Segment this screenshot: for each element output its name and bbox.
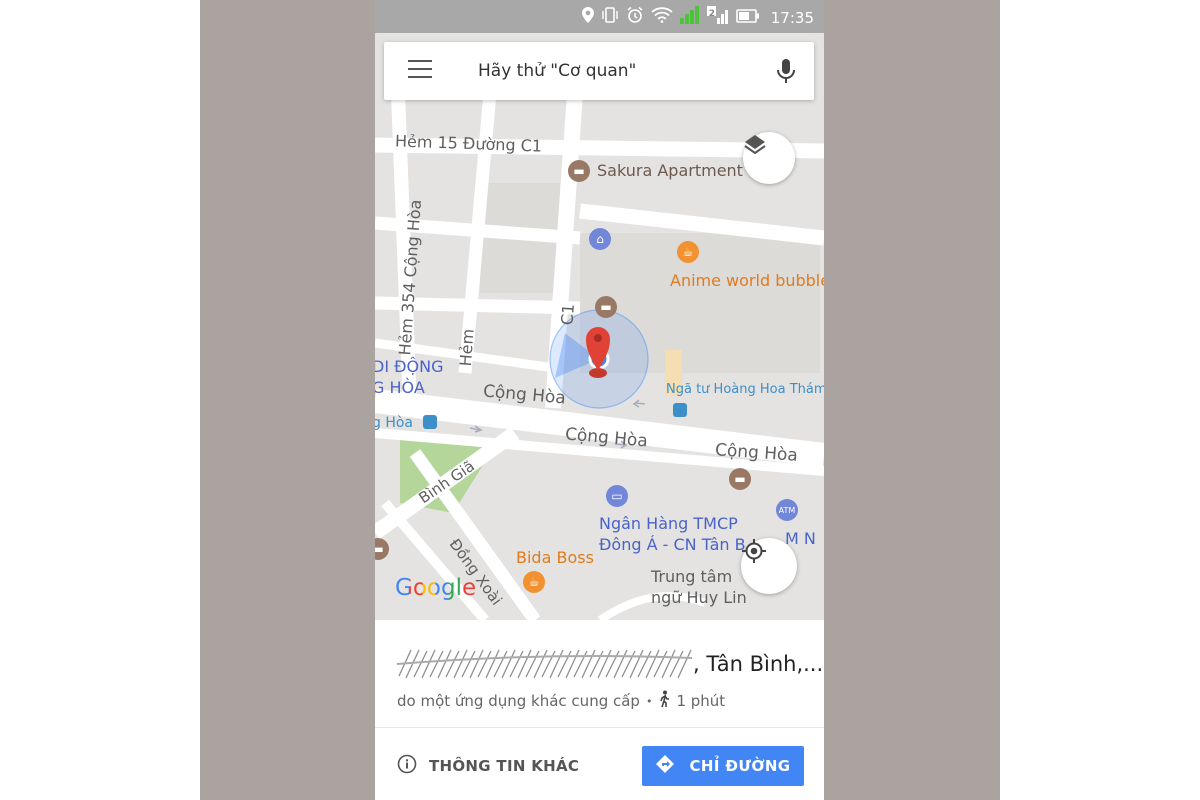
bus-stop-icon[interactable] bbox=[423, 415, 437, 429]
address-subtitle: do một ứng dụng khác cung cấp • 1 phút bbox=[397, 690, 726, 712]
place-label[interactable]: Ngân Hàng TMCP bbox=[599, 514, 738, 533]
street-label: Hẻm bbox=[455, 328, 478, 367]
battery-icon bbox=[735, 8, 760, 28]
place-label[interactable]: Bida Boss bbox=[516, 548, 594, 567]
place-label[interactable]: Sakura Apartment bbox=[597, 161, 743, 180]
right-margin bbox=[1000, 0, 1200, 800]
status-bar: 2 17:35 bbox=[375, 0, 824, 33]
directions-icon bbox=[655, 754, 675, 778]
more-info-button[interactable]: THÔNG TIN KHÁC bbox=[397, 754, 579, 778]
location-icon bbox=[581, 7, 594, 28]
map-view[interactable]: Hẻm 15 Đường C1 Hẻm 354 Cộng Hòa Hẻm C1 … bbox=[375, 33, 824, 620]
place-label[interactable]: Anime world bubble bbox=[670, 271, 824, 290]
search-bar[interactable] bbox=[384, 42, 814, 100]
status-icons: 2 17:35 bbox=[581, 6, 814, 29]
signal-icon bbox=[679, 6, 700, 29]
place-label[interactable]: G HÒA bbox=[375, 378, 425, 397]
wifi-icon bbox=[651, 7, 673, 28]
layers-button[interactable] bbox=[743, 132, 795, 184]
clock: 17:35 bbox=[770, 8, 814, 27]
address-text: , Tân Bình,... bbox=[693, 652, 824, 676]
place-label[interactable]: M N bbox=[785, 529, 816, 548]
shopping-icon[interactable]: ⌂ bbox=[589, 228, 611, 250]
place-label[interactable]: Trung tâm bbox=[651, 567, 732, 586]
directions-button[interactable]: CHỈ ĐƯỜNG bbox=[642, 746, 804, 786]
bank-icon[interactable]: ▭ bbox=[606, 485, 628, 507]
walk-icon bbox=[658, 690, 670, 712]
info-icon bbox=[397, 754, 417, 778]
place-label[interactable]: g Hòa bbox=[375, 415, 413, 431]
signal-2-icon: 2 bbox=[706, 6, 729, 29]
cafe-icon[interactable]: ☕ bbox=[677, 241, 699, 263]
cafe-icon[interactable]: ☕ bbox=[523, 571, 545, 593]
alarm-icon bbox=[626, 6, 644, 29]
redacted-address bbox=[397, 649, 692, 679]
hotel-icon[interactable]: ▬ bbox=[595, 296, 617, 318]
place-sheet[interactable]: , Tân Bình,... do một ứng dụng khác cung… bbox=[375, 620, 824, 800]
search-input[interactable] bbox=[476, 56, 760, 86]
directions-label: CHỈ ĐƯỜNG bbox=[689, 757, 791, 775]
vibrate-icon bbox=[601, 6, 619, 29]
my-location-button[interactable] bbox=[741, 538, 797, 594]
phone-screen: 2 17:35 Hẻm 15 Đường C1 Hẻm 354 Cộng Hòa… bbox=[375, 0, 824, 800]
bus-stop-icon[interactable] bbox=[673, 403, 687, 417]
sim-badge: 2 bbox=[708, 9, 716, 19]
mic-icon[interactable] bbox=[776, 58, 796, 84]
more-info-label: THÔNG TIN KHÁC bbox=[429, 757, 580, 775]
place-label[interactable]: DI ĐỘNG bbox=[375, 357, 443, 376]
place-label[interactable]: Đông Á - CN Tân B bbox=[599, 535, 746, 554]
divider bbox=[375, 727, 824, 728]
hotel-icon[interactable]: ▬ bbox=[568, 160, 590, 182]
street-label: C1 bbox=[557, 303, 578, 326]
place-label[interactable]: ngữ Huy Lin bbox=[651, 588, 747, 607]
google-logo: Google bbox=[395, 575, 477, 601]
left-margin bbox=[0, 0, 200, 800]
atm-icon[interactable]: ATM bbox=[776, 499, 798, 521]
menu-icon[interactable] bbox=[408, 60, 432, 82]
place-label[interactable]: Ngã tư Hoàng Hoa Thám bbox=[666, 382, 824, 397]
hotel-icon[interactable]: ▬ bbox=[729, 468, 751, 490]
